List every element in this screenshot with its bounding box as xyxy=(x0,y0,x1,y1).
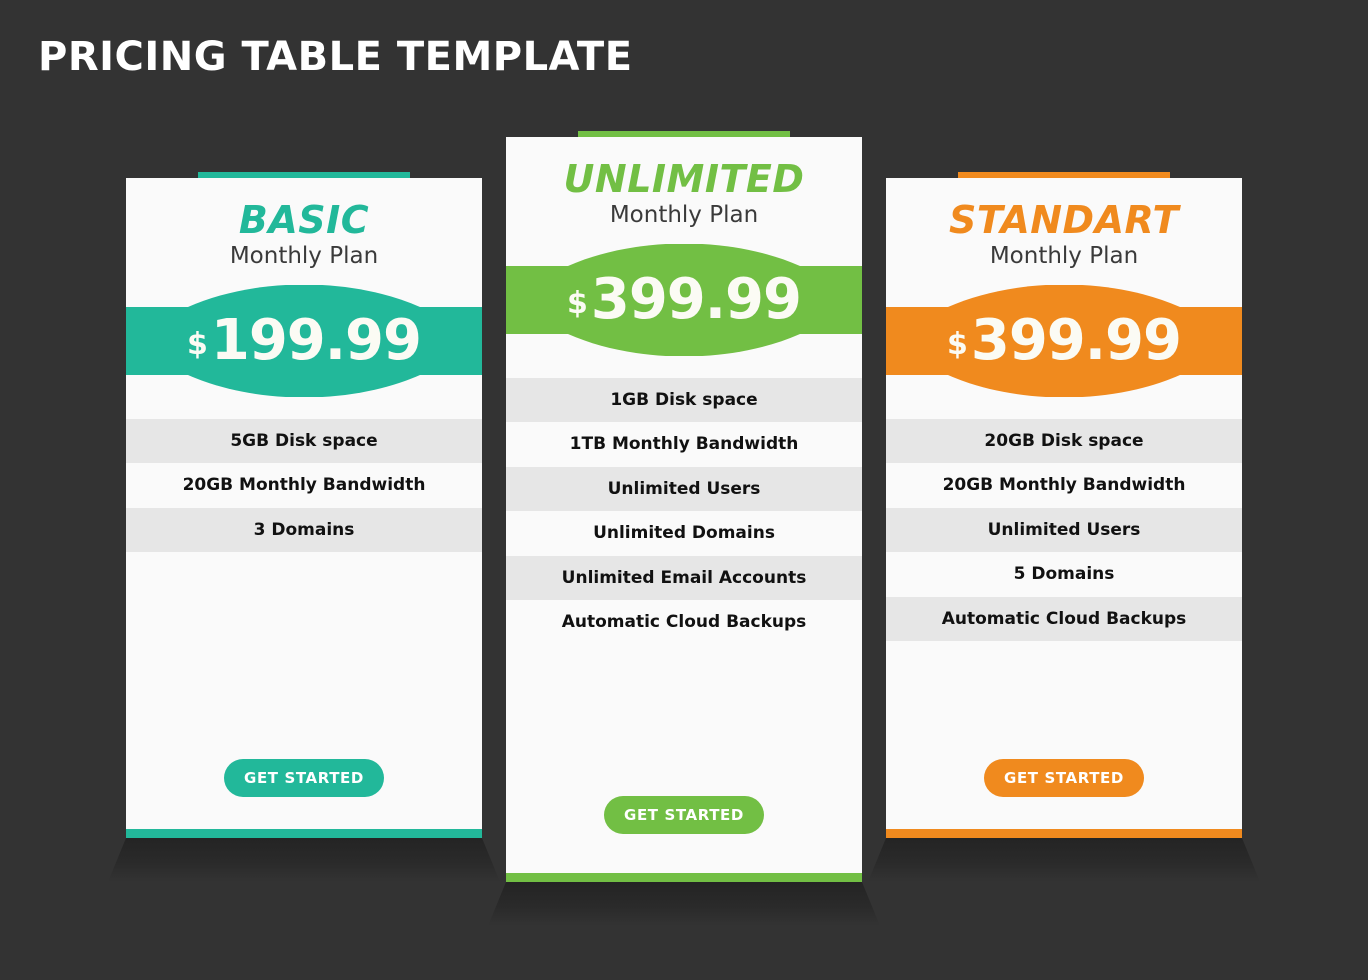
feature-row: 20GB Disk space xyxy=(886,418,1242,463)
plan-name: UNLIMITED xyxy=(563,157,805,201)
price-currency-symbol: $ xyxy=(187,327,208,363)
card-body: UNLIMITED Monthly Plan $399.99 1GB Disk spa… xyxy=(506,137,862,882)
plan-name: STANDART xyxy=(949,198,1179,242)
get-started-button[interactable]: GET STARTED xyxy=(224,759,384,797)
feature-row: 5 Domains xyxy=(886,551,1242,597)
feature-list: 1GB Disk space 1TB Monthly Bandwidth Unlim… xyxy=(506,377,862,645)
feature-label: 20GB Disk space xyxy=(984,430,1144,451)
feature-label: 20GB Monthly Bandwidth xyxy=(942,475,1186,496)
feature-label: Unlimited Domains xyxy=(593,523,775,544)
cta-container: GET STARTED xyxy=(126,759,482,797)
feature-label: 1GB Disk space xyxy=(610,389,758,410)
card-header: BASIC Monthly Plan xyxy=(126,178,482,271)
card-shadow xyxy=(868,838,1260,882)
feature-row: Automatic Cloud Backups xyxy=(886,596,1242,641)
plan-price: $199.99 xyxy=(126,285,482,397)
feature-row: 20GB Monthly Bandwidth xyxy=(886,462,1242,508)
pricing-card-standart: STANDART Monthly Plan $399.99 20GB Disk spa… xyxy=(868,172,1260,882)
plan-price: $399.99 xyxy=(506,244,862,356)
feature-row: Unlimited Users xyxy=(886,507,1242,552)
price-currency-symbol: $ xyxy=(947,327,968,363)
feature-label: Unlimited Users xyxy=(987,519,1141,540)
feature-row: 5GB Disk space xyxy=(126,418,482,463)
get-started-button[interactable]: GET STARTED xyxy=(984,759,1144,797)
feature-row: 20GB Monthly Bandwidth xyxy=(126,462,482,508)
price-amount: 399.99 xyxy=(970,307,1182,373)
feature-label: 1TB Monthly Bandwidth xyxy=(569,434,799,455)
card-header: STANDART Monthly Plan xyxy=(886,178,1242,271)
feature-list: 5GB Disk space 20GB Monthly Bandwidth 3 Do… xyxy=(126,418,482,552)
plan-subtitle: Monthly Plan xyxy=(989,243,1139,270)
plan-subtitle: Monthly Plan xyxy=(609,202,759,229)
cta-container: GET STARTED xyxy=(506,796,862,834)
card-shadow xyxy=(488,882,880,926)
feature-label: Unlimited Users xyxy=(607,478,761,499)
price-amount: 399.99 xyxy=(590,266,802,332)
price-band: $199.99 xyxy=(126,284,482,397)
price-amount: 199.99 xyxy=(210,307,422,373)
feature-row: 3 Domains xyxy=(126,507,482,552)
card-bottom-accent-bar xyxy=(506,873,862,882)
feature-label: 20GB Monthly Bandwidth xyxy=(182,475,426,496)
feature-row: Unlimited Domains xyxy=(506,510,862,556)
feature-label: 5 Domains xyxy=(1013,564,1115,585)
price-currency-symbol: $ xyxy=(567,286,588,322)
feature-row: Automatic Cloud Backups xyxy=(506,599,862,645)
feature-label: Automatic Cloud Backups xyxy=(941,608,1187,629)
card-body: STANDART Monthly Plan $399.99 20GB Disk spa… xyxy=(886,178,1242,838)
pricing-card-basic: BASIC Monthly Plan $199.99 5GB Disk space 20… xyxy=(108,172,500,882)
card-shadow xyxy=(108,838,500,882)
plan-price: $399.99 xyxy=(886,285,1242,397)
card-bottom-accent-bar xyxy=(886,829,1242,838)
card-header: UNLIMITED Monthly Plan xyxy=(506,137,862,230)
feature-row: 1GB Disk space xyxy=(506,377,862,422)
card-bottom-accent-bar xyxy=(126,829,482,838)
feature-list: 20GB Disk space 20GB Monthly Bandwidth Unl… xyxy=(886,418,1242,641)
pricing-cards-container: BASIC Monthly Plan $199.99 5GB Disk space 20… xyxy=(0,0,1368,980)
card-body: BASIC Monthly Plan $199.99 5GB Disk space 20… xyxy=(126,178,482,838)
feature-row: Unlimited Email Accounts xyxy=(506,555,862,600)
feature-label: Automatic Cloud Backups xyxy=(561,612,807,633)
feature-row: Unlimited Users xyxy=(506,466,862,511)
feature-label: 3 Domains xyxy=(253,519,355,540)
plan-name: BASIC xyxy=(238,198,370,242)
feature-label: 5GB Disk space xyxy=(230,430,378,451)
feature-row: 1TB Monthly Bandwidth xyxy=(506,421,862,467)
feature-label: Unlimited Email Accounts xyxy=(561,567,807,588)
plan-subtitle: Monthly Plan xyxy=(229,243,379,270)
price-band: $399.99 xyxy=(506,243,862,356)
cta-container: GET STARTED xyxy=(886,759,1242,797)
get-started-button[interactable]: GET STARTED xyxy=(604,796,764,834)
price-band: $399.99 xyxy=(886,284,1242,397)
pricing-card-unlimited: UNLIMITED Monthly Plan $399.99 1GB Disk spa… xyxy=(488,131,880,926)
